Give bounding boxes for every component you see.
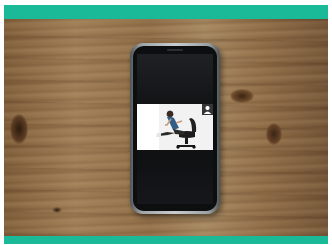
image-frame <box>0 0 332 245</box>
top-accent-bar <box>4 5 328 19</box>
wood-knot <box>10 114 28 144</box>
phone-speaker <box>167 49 183 51</box>
phone-bezel <box>133 46 217 211</box>
bottom-accent-bar <box>4 236 328 244</box>
wood-knot <box>52 207 62 213</box>
video-thumbnail[interactable] <box>137 104 213 150</box>
wood-knot <box>230 89 254 103</box>
user-icon[interactable] <box>202 104 213 115</box>
wood-knot <box>266 123 282 145</box>
smartphone <box>130 43 220 214</box>
user-silhouette <box>203 106 212 114</box>
phone-screen <box>137 54 213 204</box>
